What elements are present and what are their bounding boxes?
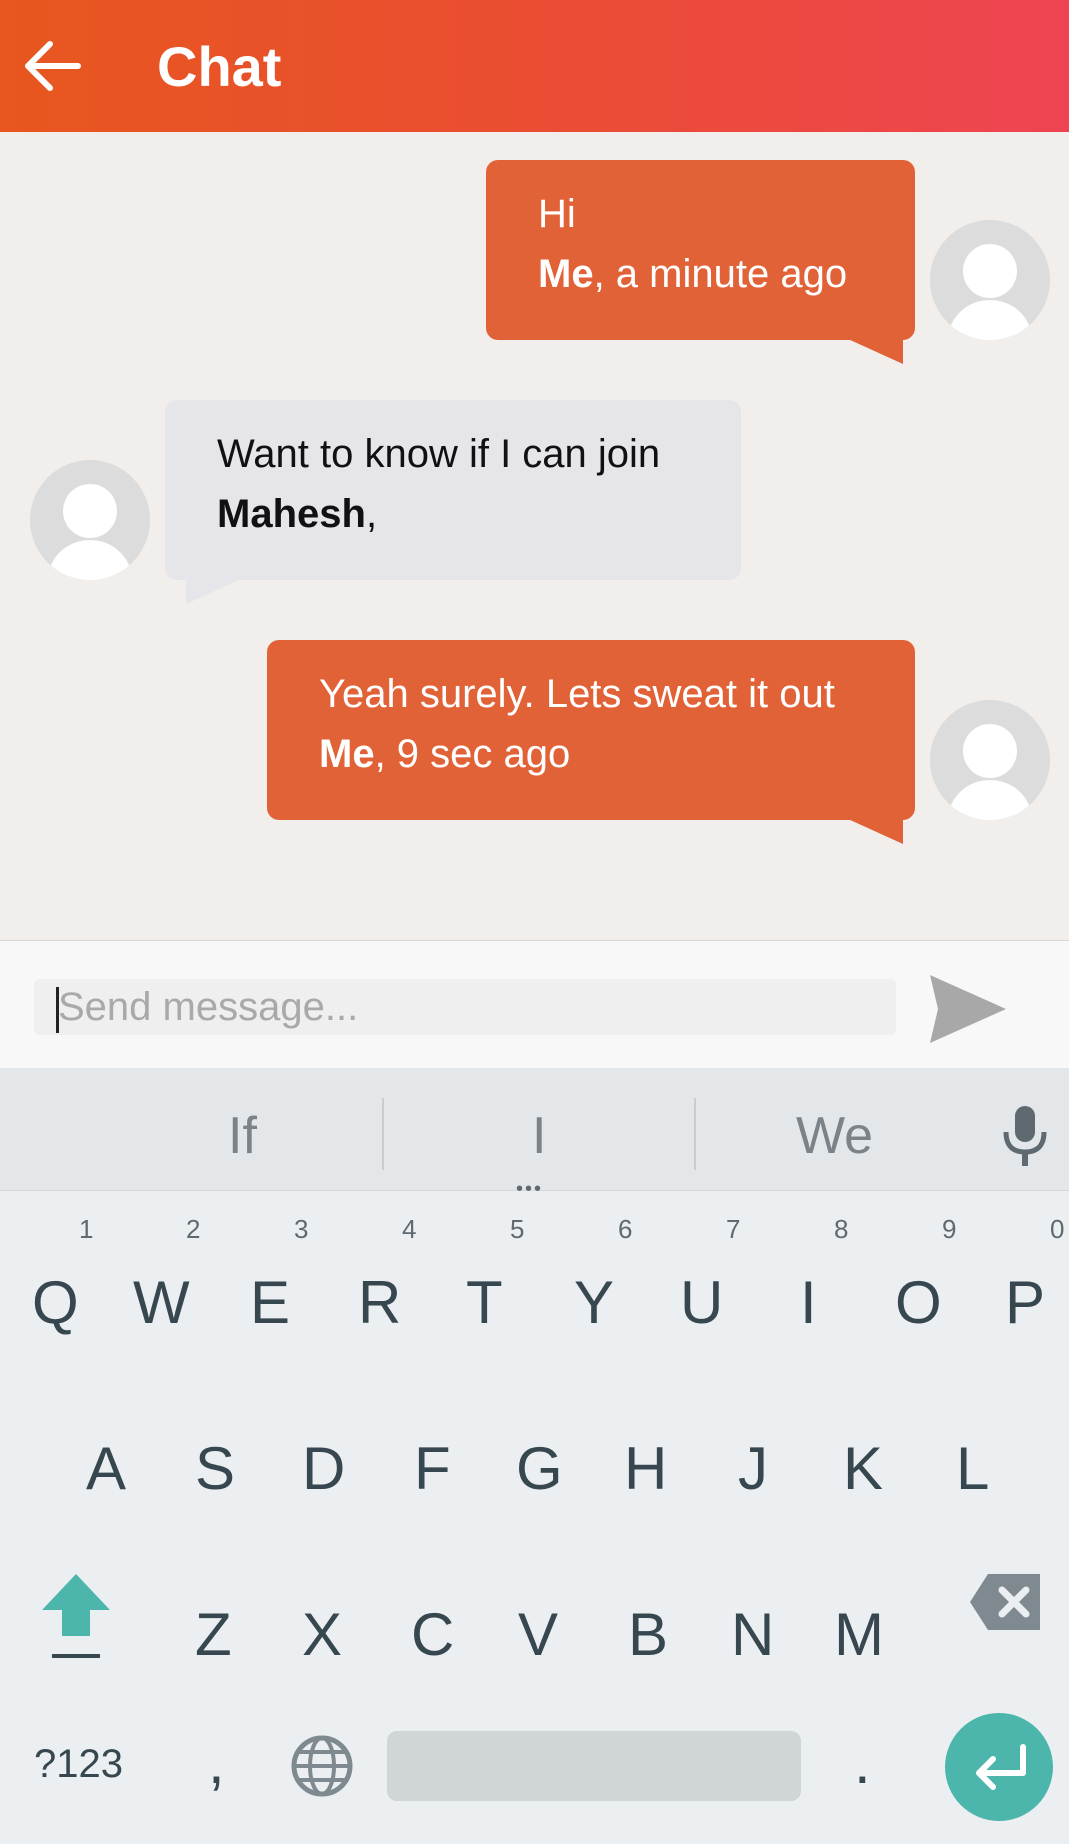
key-l[interactable]: L bbox=[956, 1434, 989, 1503]
message-meta: Me, a minute ago bbox=[538, 244, 863, 304]
enter-arrow-icon bbox=[976, 1744, 1026, 1790]
message-time: , a minute ago bbox=[593, 252, 848, 296]
key-c[interactable]: C bbox=[411, 1600, 454, 1669]
globe-icon[interactable] bbox=[290, 1734, 354, 1803]
enter-key[interactable] bbox=[945, 1713, 1053, 1821]
page-title: Chat bbox=[157, 35, 282, 98]
key-hint: 4 bbox=[402, 1214, 417, 1244]
key-r[interactable]: R bbox=[358, 1268, 401, 1337]
key-hint: 5 bbox=[510, 1214, 525, 1244]
message-author: Me bbox=[538, 252, 594, 296]
avatar bbox=[30, 460, 150, 580]
key-o[interactable]: O bbox=[895, 1268, 942, 1337]
key-d[interactable]: D bbox=[302, 1434, 345, 1503]
key-x[interactable]: X bbox=[302, 1600, 342, 1669]
shift-indicator bbox=[52, 1654, 100, 1658]
message-time: , 9 sec ago bbox=[374, 732, 571, 776]
suggestion-strip: If I We ••• bbox=[0, 1068, 1069, 1200]
key-n[interactable]: N bbox=[731, 1600, 774, 1669]
key-e[interactable]: E bbox=[250, 1268, 290, 1337]
key-hint: 8 bbox=[834, 1214, 849, 1244]
key-w[interactable]: W bbox=[133, 1268, 190, 1337]
message-meta: Mahesh, bbox=[217, 484, 689, 544]
key-a[interactable]: A bbox=[86, 1434, 126, 1503]
soft-keyboard: If I We ••• Q 1 W 2 E 3 R 4 T 5 Y 6 U 7 … bbox=[0, 1068, 1069, 1844]
avatar bbox=[930, 220, 1050, 340]
key-t[interactable]: T bbox=[466, 1268, 503, 1337]
key-v[interactable]: V bbox=[518, 1600, 558, 1669]
bubble-tail bbox=[848, 339, 903, 364]
suggestion-divider bbox=[382, 1098, 384, 1170]
suggestion-item[interactable]: If bbox=[228, 1106, 257, 1166]
message-author: Me bbox=[319, 732, 375, 776]
key-hint: 0 bbox=[1050, 1214, 1065, 1244]
key-hint: 6 bbox=[618, 1214, 633, 1244]
message-bubble-sent[interactable]: Yeah surely. Lets sweat it out Me, 9 sec… bbox=[267, 640, 915, 820]
more-suggestions-icon[interactable]: ••• bbox=[516, 1178, 543, 1201]
key-m[interactable]: M bbox=[834, 1600, 884, 1669]
key-h[interactable]: H bbox=[624, 1434, 667, 1503]
key-g[interactable]: G bbox=[516, 1434, 563, 1503]
app-bar: Chat bbox=[0, 0, 1069, 132]
key-b[interactable]: B bbox=[628, 1600, 668, 1669]
message-bubble-received[interactable]: Want to know if I can join Mahesh, bbox=[165, 400, 741, 580]
shift-key-icon[interactable] bbox=[38, 1570, 114, 1645]
suggestion-item[interactable]: We bbox=[796, 1106, 873, 1166]
send-icon[interactable] bbox=[928, 973, 1008, 1050]
key-hint: 1 bbox=[79, 1214, 94, 1244]
message-text: Hi bbox=[538, 192, 576, 236]
key-period[interactable]: . bbox=[854, 1728, 871, 1797]
backspace-icon[interactable] bbox=[968, 1572, 1042, 1637]
key-z[interactable]: Z bbox=[195, 1600, 232, 1669]
key-k[interactable]: K bbox=[843, 1434, 883, 1503]
microphone-icon[interactable] bbox=[1000, 1104, 1050, 1175]
avatar bbox=[930, 700, 1050, 820]
key-hint: 2 bbox=[186, 1214, 201, 1244]
chat-list[interactable]: Hi Me, a minute ago Want to know if I ca… bbox=[0, 132, 1069, 940]
key-p[interactable]: P bbox=[1005, 1268, 1045, 1337]
key-u[interactable]: U bbox=[680, 1268, 723, 1337]
key-j[interactable]: J bbox=[738, 1434, 768, 1503]
message-composer: Send message... bbox=[0, 940, 1069, 1069]
suggestion-divider bbox=[694, 1098, 696, 1170]
message-text: Want to know if I can join bbox=[217, 432, 661, 476]
key-f[interactable]: F bbox=[414, 1434, 451, 1503]
key-comma[interactable]: , bbox=[208, 1728, 225, 1797]
message-time: , bbox=[365, 492, 378, 536]
message-bubble-sent[interactable]: Hi Me, a minute ago bbox=[486, 160, 915, 340]
message-author: Mahesh bbox=[217, 492, 366, 536]
key-hint: 3 bbox=[294, 1214, 309, 1244]
message-meta: Me, 9 sec ago bbox=[319, 724, 863, 784]
bubble-tail bbox=[848, 819, 903, 844]
key-hint: 7 bbox=[726, 1214, 741, 1244]
key-y[interactable]: Y bbox=[574, 1268, 614, 1337]
key-s[interactable]: S bbox=[195, 1434, 235, 1503]
bubble-tail bbox=[186, 579, 241, 604]
symbols-key[interactable]: ?123 bbox=[34, 1742, 123, 1787]
message-text: Yeah surely. Lets sweat it out bbox=[319, 672, 835, 716]
key-q[interactable]: Q bbox=[32, 1268, 79, 1337]
message-input-placeholder: Send message... bbox=[58, 985, 359, 1029]
space-bar[interactable] bbox=[387, 1731, 801, 1801]
key-i[interactable]: I bbox=[800, 1268, 817, 1337]
key-hint: 9 bbox=[942, 1214, 957, 1244]
suggestion-item[interactable]: I bbox=[532, 1106, 546, 1166]
back-arrow-icon[interactable] bbox=[22, 38, 82, 94]
